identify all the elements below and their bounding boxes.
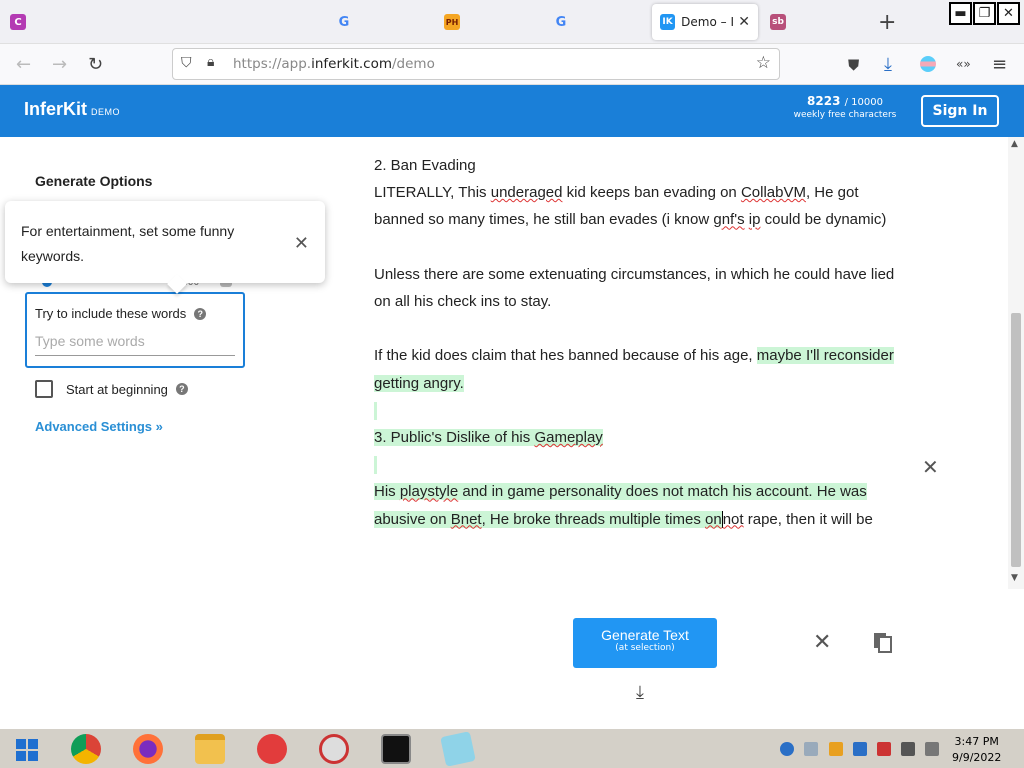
- keywords-input[interactable]: [35, 331, 235, 356]
- shield-icon[interactable]: ⛉: [181, 55, 192, 71]
- volume-icon[interactable]: [925, 742, 939, 756]
- keywords-field-group: Try to include these words?: [25, 292, 245, 368]
- reload-icon[interactable]: ↻: [88, 54, 103, 75]
- help-icon[interactable]: ?: [175, 383, 188, 395]
- menu-icon[interactable]: ≡: [992, 54, 1007, 75]
- c-favicon-icon: C: [10, 14, 26, 30]
- generate-text-button[interactable]: Generate Text (at selection): [573, 618, 717, 668]
- advanced-settings-link[interactable]: Advanced Settings »: [35, 419, 163, 434]
- editor-paragraph: Unless there are some extenuating circum…: [374, 265, 895, 311]
- discard-generation-icon[interactable]: ✕: [922, 455, 939, 479]
- close-tab-icon[interactable]: ✕: [738, 14, 750, 30]
- bookmark-star-icon[interactable]: ☆: [756, 53, 771, 73]
- windows-start-icon[interactable]: [16, 739, 38, 761]
- terminal-icon[interactable]: [381, 734, 411, 764]
- help-icon[interactable]: ?: [194, 308, 207, 320]
- start-at-beginning-checkbox[interactable]: [35, 380, 53, 398]
- tab-google-1[interactable]: G: [336, 0, 352, 44]
- google-favicon-icon: G: [338, 14, 350, 30]
- lock-icon[interactable]: 🔒︎: [207, 54, 214, 70]
- address-bar[interactable]: ⛉ 🔒︎ https://app.inferkit.com/demo ☆: [172, 48, 780, 80]
- app-tool-icon[interactable]: [319, 734, 349, 764]
- network-icon[interactable]: [901, 742, 915, 756]
- keywords-label: Try to include these words?: [35, 306, 235, 321]
- editor-paragraph: If the kid does claim that hes banned be…: [374, 347, 894, 392]
- system-clock[interactable]: 3:47 PM 9/9/2022: [952, 734, 1001, 766]
- clear-icon[interactable]: ✕: [813, 630, 831, 655]
- new-tab-icon[interactable]: +: [878, 10, 896, 35]
- browser-nav-bar: ← → ↻ ⛉ 🔒︎ https://app.inferkit.com/demo…: [0, 44, 1024, 85]
- minimize-icon[interactable]: ▬: [949, 2, 972, 25]
- close-window-icon[interactable]: ✕: [997, 2, 1020, 25]
- keywords-tooltip: For entertainment, set some funny keywor…: [5, 201, 325, 283]
- editor-scrollbar[interactable]: ▲ ▼: [1008, 137, 1024, 589]
- window-controls: ▬ ❐ ✕: [949, 2, 1021, 25]
- editor-paragraph: LITERALLY, This underaged kid keeps ban …: [374, 184, 887, 229]
- app-p-icon[interactable]: [257, 734, 287, 764]
- app-notes-icon[interactable]: [440, 731, 476, 767]
- start-at-beginning-option[interactable]: Start at beginning ?: [35, 380, 188, 398]
- tray-icon[interactable]: [780, 742, 794, 756]
- tab-sb[interactable]: sb: [770, 0, 786, 44]
- tab-ph[interactable]: PH: [444, 0, 460, 44]
- taskbar: 3:47 PM 9/9/2022: [0, 728, 1024, 768]
- generated-text: 3. Public's Dislike of his Gameplay: [374, 429, 603, 447]
- text-editor[interactable]: 2. Ban Evading LITERALLY, This underaged…: [374, 152, 904, 533]
- google-favicon-icon: G: [555, 14, 567, 30]
- tray-icon[interactable]: [877, 742, 891, 756]
- maximize-icon[interactable]: ❐: [973, 2, 996, 25]
- tab-c[interactable]: C: [10, 0, 26, 44]
- start-at-beginning-label: Start at beginning: [66, 381, 168, 397]
- download-text-icon[interactable]: ⤓: [636, 682, 644, 703]
- extension-icon[interactable]: «»: [956, 57, 971, 71]
- generate-options-panel: Generate Options 100 Try to include thes…: [0, 137, 360, 728]
- character-quota: 8223 / 10000 weekly free characters: [793, 94, 897, 121]
- browser-tab-bar: C G PH G IK Demo – InferKit ✕ sb + ▬ ❐ ✕: [0, 0, 1024, 44]
- download-icon[interactable]: ⤓: [884, 54, 892, 75]
- logo[interactable]: InferKit DEMO: [24, 99, 120, 120]
- tab-google-2[interactable]: G: [553, 0, 569, 44]
- editor-line: 2. Ban Evading: [374, 157, 476, 174]
- back-icon[interactable]: ←: [16, 54, 31, 75]
- sb-favicon-icon: sb: [770, 14, 786, 30]
- forward-icon[interactable]: →: [52, 54, 67, 75]
- chrome-icon[interactable]: [71, 734, 101, 764]
- tray-icon[interactable]: [829, 742, 843, 756]
- app-header: InferKit DEMO 8223 / 10000 weekly free ch…: [0, 85, 1024, 137]
- sign-in-button[interactable]: Sign In: [921, 95, 999, 127]
- pocket-icon[interactable]: ⛊: [848, 56, 859, 74]
- inferkit-favicon-icon: IK: [660, 14, 676, 30]
- ph-favicon-icon: PH: [444, 14, 460, 30]
- panel-title: Generate Options: [35, 173, 153, 189]
- tab-inferkit-demo[interactable]: IK Demo – InferKit ✕: [652, 4, 758, 40]
- firefox-icon[interactable]: [133, 734, 163, 764]
- copy-icon[interactable]: [873, 632, 893, 654]
- close-icon[interactable]: ✕: [294, 231, 309, 256]
- scrollbar-thumb[interactable]: [1011, 313, 1021, 567]
- editor-paragraph: 3. Public's Dislike of his Gameplay: [374, 424, 904, 451]
- editor-paragraph: His playstyle and in game personality do…: [374, 483, 873, 528]
- file-explorer-icon[interactable]: [195, 734, 225, 764]
- tray-icon[interactable]: [853, 742, 867, 756]
- tray-icon[interactable]: [804, 742, 818, 756]
- tab-title: Demo – InferKit: [681, 15, 734, 29]
- url-text: https://app.inferkit.com/demo: [233, 56, 435, 72]
- profile-icon[interactable]: [920, 56, 936, 72]
